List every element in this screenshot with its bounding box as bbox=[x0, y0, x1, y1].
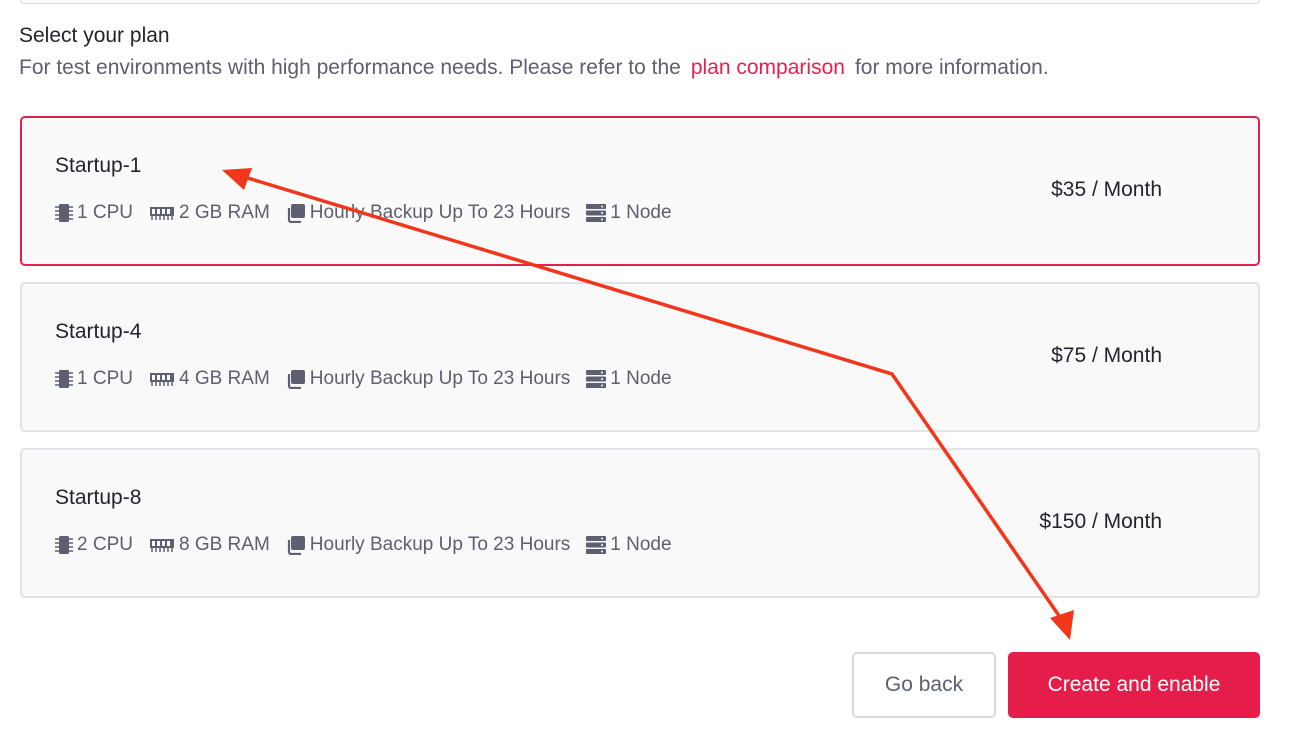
plan-name: Startup-4 bbox=[55, 320, 142, 343]
cpu-chip-icon bbox=[55, 204, 73, 222]
spec-cpu: 1 CPU bbox=[55, 202, 133, 224]
plan-price: $75 / Month bbox=[1051, 344, 1162, 367]
plan-card-startup-8[interactable]: Startup-8 2 CPU 8 GB RAM Hourly Backup U… bbox=[20, 448, 1260, 598]
spec-ram: 2 GB RAM bbox=[149, 202, 270, 224]
description-text-after: for more information. bbox=[854, 56, 1049, 79]
plan-comparison-link[interactable]: plan comparison bbox=[691, 56, 845, 79]
server-icon bbox=[586, 536, 607, 554]
plan-specs: 2 CPU 8 GB RAM Hourly Backup Up To 23 Ho… bbox=[55, 534, 688, 556]
spec-backup: Hourly Backup Up To 23 Hours bbox=[286, 534, 571, 556]
spec-ram: 8 GB RAM bbox=[149, 534, 270, 556]
arrowhead-to-button-icon bbox=[1050, 610, 1074, 640]
spec-nodes: 1 Node bbox=[586, 202, 672, 224]
server-icon bbox=[586, 370, 607, 388]
spec-cpu: 2 CPU bbox=[55, 534, 133, 556]
go-back-button[interactable]: Go back bbox=[852, 652, 996, 718]
spec-nodes-label: 1 Node bbox=[610, 368, 672, 389]
spec-nodes-label: 1 Node bbox=[610, 534, 672, 555]
plan-specs: 1 CPU 4 GB RAM Hourly Backup Up To 23 Ho… bbox=[55, 368, 688, 390]
spec-cpu-label: 1 CPU bbox=[77, 202, 133, 223]
memory-icon bbox=[149, 373, 174, 386]
create-and-enable-button[interactable]: Create and enable bbox=[1008, 652, 1260, 718]
spec-backup: Hourly Backup Up To 23 Hours bbox=[286, 368, 571, 390]
spec-ram-label: 2 GB RAM bbox=[178, 202, 270, 223]
spec-cpu-label: 1 CPU bbox=[77, 368, 133, 389]
spec-backup: Hourly Backup Up To 23 Hours bbox=[286, 202, 571, 224]
plan-name: Startup-1 bbox=[55, 154, 142, 177]
backup-copy-icon bbox=[287, 370, 305, 389]
spec-backup-label: Hourly Backup Up To 23 Hours bbox=[309, 534, 571, 555]
spec-backup-label: Hourly Backup Up To 23 Hours bbox=[309, 202, 571, 223]
spec-cpu: 1 CPU bbox=[55, 368, 133, 390]
cpu-chip-icon bbox=[55, 536, 73, 554]
backup-copy-icon bbox=[287, 536, 305, 555]
cpu-chip-icon bbox=[55, 370, 73, 388]
plan-card-startup-1[interactable]: Startup-1 1 CPU 2 GB RAM Hourly Backup U… bbox=[20, 116, 1260, 266]
spec-ram: 4 GB RAM bbox=[149, 368, 270, 390]
plan-list: Startup-1 1 CPU 2 GB RAM Hourly Backup U… bbox=[20, 116, 1260, 614]
spec-nodes-label: 1 Node bbox=[610, 202, 672, 223]
backup-copy-icon bbox=[287, 204, 305, 223]
description-text-before: For test environments with high performa… bbox=[19, 56, 681, 79]
plan-specs: 1 CPU 2 GB RAM Hourly Backup Up To 23 Ho… bbox=[55, 202, 688, 224]
memory-icon bbox=[149, 539, 174, 552]
spec-nodes: 1 Node bbox=[586, 534, 672, 556]
spec-backup-label: Hourly Backup Up To 23 Hours bbox=[309, 368, 571, 389]
spec-cpu-label: 2 CPU bbox=[77, 534, 133, 555]
plan-price: $150 / Month bbox=[1039, 510, 1162, 533]
plan-name: Startup-8 bbox=[55, 486, 142, 509]
section-description: For test environments with high performa… bbox=[19, 56, 1049, 80]
memory-icon bbox=[149, 207, 174, 220]
section-title: Select your plan bbox=[19, 24, 170, 47]
spec-ram-label: 4 GB RAM bbox=[178, 368, 270, 389]
plan-price: $35 / Month bbox=[1051, 178, 1162, 201]
server-icon bbox=[586, 204, 607, 222]
spec-ram-label: 8 GB RAM bbox=[178, 534, 270, 555]
plan-card-startup-4[interactable]: Startup-4 1 CPU 4 GB RAM Hourly Backup U… bbox=[20, 282, 1260, 432]
previous-section-edge bbox=[20, 0, 1260, 4]
spec-nodes: 1 Node bbox=[586, 368, 672, 390]
